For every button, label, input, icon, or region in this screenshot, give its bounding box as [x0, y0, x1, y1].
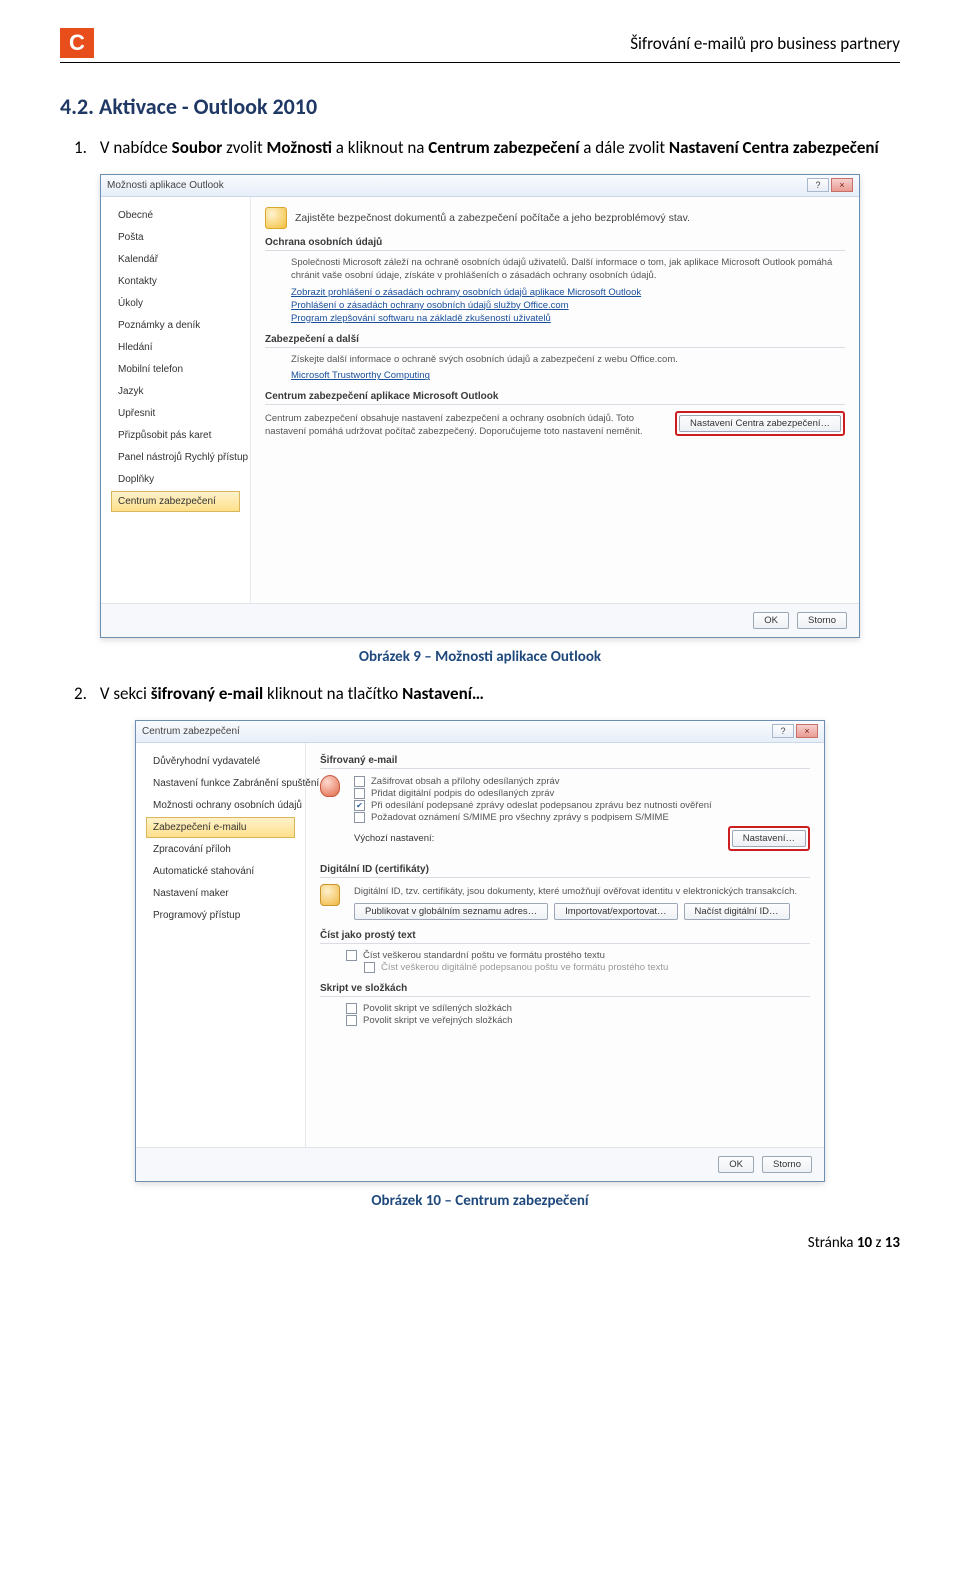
checkbox[interactable] — [346, 1003, 357, 1014]
group-folder-script: Skript ve složkách — [320, 983, 810, 997]
settings-button[interactable]: Nastavení… — [732, 830, 806, 847]
nav-mobilni[interactable]: Mobilní telefon — [111, 359, 240, 380]
nav-ribbon[interactable]: Přizpůsobit pás karet — [111, 425, 240, 446]
outlook-options-window: Možnosti aplikace Outlook ? × Obecné Poš… — [100, 174, 860, 638]
checkbox[interactable] — [354, 812, 365, 823]
page-footer: Stránka 10 z 13 — [60, 1234, 900, 1252]
group-digital-id: Digitální ID (certifikáty) — [320, 864, 810, 878]
privacy-desc: Společnosti Microsoft záleží na ochraně … — [291, 257, 845, 283]
list-number: 2. — [74, 683, 96, 706]
group-trust-center: Centrum zabezpečení aplikace Microsoft O… — [265, 391, 845, 405]
get-digital-id-button[interactable]: Načíst digitální ID… — [684, 903, 790, 920]
help-button[interactable]: ? — [772, 724, 794, 738]
link-privacy-outlook[interactable]: Zobrazit prohlášení o zásadách ochrany o… — [291, 287, 845, 298]
chk-encrypt: Zašifrovat obsah a přílohy odesílaných z… — [371, 776, 560, 787]
lead-text: Zajistěte bezpečnost dokumentů a zabezpe… — [295, 212, 690, 224]
link-trustworthy[interactable]: Microsoft Trustworthy Computing — [291, 370, 845, 381]
nav-email-security[interactable]: Zabezpečení e-mailu — [146, 817, 295, 838]
publish-gal-button[interactable]: Publikovat v globálním seznamu adres… — [354, 903, 548, 920]
nav-ukoly[interactable]: Úkoly — [111, 293, 240, 314]
step-2: 2. V sekci šifrovaný e-mail kliknout na … — [96, 683, 900, 706]
nav-posta[interactable]: Pošta — [111, 227, 240, 248]
cancel-button[interactable]: Storno — [797, 612, 847, 629]
nav-program-access[interactable]: Programový přístup — [146, 905, 295, 926]
chk-sign: Přidat digitální podpis do odesílaných z… — [371, 788, 554, 799]
default-setting-label: Výchozí nastavení: — [354, 833, 434, 844]
digital-id-desc: Digitální ID, tzv. certifikáty, jsou dok… — [354, 886, 810, 899]
chk-read-plain: Číst veškerou standardní poštu ve formát… — [363, 950, 605, 961]
checkbox — [364, 962, 375, 973]
chk-script-shared: Povolit skript ve sdílených složkách — [363, 1003, 512, 1014]
import-export-button[interactable]: Importovat/exportovat… — [554, 903, 677, 920]
link-ceip[interactable]: Program zlepšování softwaru na základě z… — [291, 313, 845, 324]
group-privacy: Ochrana osobních údajů — [265, 237, 845, 251]
divider — [60, 62, 900, 63]
trust-center-sidebar: Důvěryhodní vydavatelé Nastavení funkce … — [136, 743, 306, 1147]
titlebar: Možnosti aplikace Outlook ? × — [101, 175, 859, 197]
close-button[interactable]: × — [796, 724, 818, 738]
figure-caption-9: Obrázek 9 – Možnosti aplikace Outlook — [60, 648, 900, 666]
chk-read-signed-plain: Číst veškerou digitálně podepsanou poštu… — [381, 962, 668, 973]
link-privacy-office[interactable]: Prohlášení o zásadách ochrany osobních ú… — [291, 300, 845, 311]
nav-obecne[interactable]: Obecné — [111, 205, 240, 226]
section-heading: 4.2. Aktivace - Outlook 2010 — [60, 93, 900, 120]
group-security: Zabezpečení a další — [265, 334, 845, 348]
nav-trusted-publishers[interactable]: Důvěryhodní vydavatelé — [146, 751, 295, 772]
titlebar: Centrum zabezpečení ? × — [136, 721, 824, 743]
window-title: Možnosti aplikace Outlook — [107, 180, 224, 191]
group-encrypted-email: Šifrovaný e-mail — [320, 755, 810, 769]
chk-send-clear: Při odesílání podepsané zprávy odeslat p… — [371, 800, 712, 811]
nav-macros[interactable]: Nastavení maker — [146, 883, 295, 904]
checkbox[interactable] — [354, 776, 365, 787]
checkbox[interactable] — [346, 1015, 357, 1026]
nav-doplnky[interactable]: Doplňky — [111, 469, 240, 490]
chk-script-public: Povolit skript ve veřejných složkách — [363, 1015, 512, 1026]
group-read-plain: Číst jako prostý text — [320, 930, 810, 944]
security-desc: Získejte další informace o ochraně svých… — [291, 354, 845, 367]
ribbon-icon — [320, 775, 340, 797]
page-header: C Šifrování e-mailů pro business partner… — [60, 28, 900, 58]
nav-auto-download[interactable]: Automatické stahování — [146, 861, 295, 882]
trust-center-desc: Centrum zabezpečení obsahuje nastavení z… — [265, 413, 661, 439]
checkbox[interactable] — [354, 800, 365, 811]
chk-smime-receipt: Požadovat oznámení S/MIME pro všechny zp… — [371, 812, 669, 823]
trust-center-window: Centrum zabezpečení ? × Důvěryhodní vyda… — [135, 720, 825, 1182]
ok-button[interactable]: OK — [753, 612, 789, 629]
logo-icon: C — [60, 28, 94, 58]
options-sidebar: Obecné Pošta Kalendář Kontakty Úkoly Poz… — [101, 197, 251, 603]
certificate-icon — [320, 884, 340, 906]
nav-kontakty[interactable]: Kontakty — [111, 271, 240, 292]
nav-jazyk[interactable]: Jazyk — [111, 381, 240, 402]
step-1: 1. V nabídce Soubor zvolit Možnosti a kl… — [96, 137, 900, 160]
help-button[interactable]: ? — [807, 178, 829, 192]
nav-kalendar[interactable]: Kalendář — [111, 249, 240, 270]
nav-upresnit[interactable]: Upřesnit — [111, 403, 240, 424]
nav-hledani[interactable]: Hledání — [111, 337, 240, 358]
trust-center-settings-button[interactable]: Nastavení Centra zabezpečení… — [679, 415, 841, 432]
figure-caption-10: Obrázek 10 – Centrum zabezpečení — [60, 1192, 900, 1210]
nav-qat[interactable]: Panel nástrojů Rychlý přístup — [111, 447, 240, 468]
ok-button[interactable]: OK — [718, 1156, 754, 1173]
highlight-box: Nastavení Centra zabezpečení… — [675, 411, 845, 436]
window-title: Centrum zabezpečení — [142, 726, 240, 737]
header-title: Šifrování e-mailů pro business partnery — [94, 33, 900, 54]
nav-trust-center[interactable]: Centrum zabezpečení — [111, 491, 240, 512]
highlight-box: Nastavení… — [728, 826, 810, 851]
nav-attachments[interactable]: Zpracování příloh — [146, 839, 295, 860]
checkbox[interactable] — [346, 950, 357, 961]
list-number: 1. — [74, 137, 96, 160]
cancel-button[interactable]: Storno — [762, 1156, 812, 1173]
checkbox[interactable] — [354, 788, 365, 799]
nav-dep[interactable]: Nastavení funkce Zabránění spuštění dat — [146, 773, 295, 794]
nav-privacy-options[interactable]: Možnosti ochrany osobních údajů — [146, 795, 295, 816]
nav-poznamky[interactable]: Poznámky a deník — [111, 315, 240, 336]
shield-icon — [265, 207, 287, 229]
close-button[interactable]: × — [831, 178, 853, 192]
